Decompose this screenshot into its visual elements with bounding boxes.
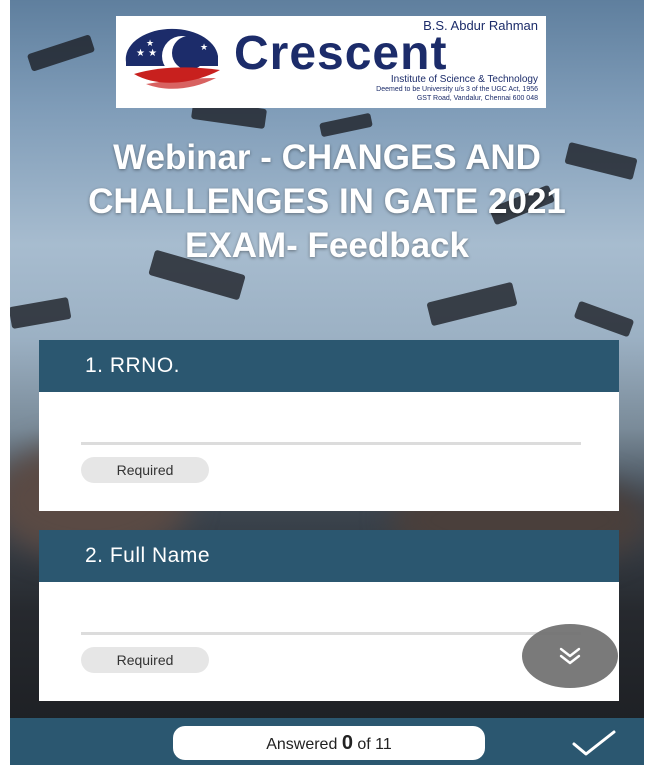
question-label: 1. RRNO. (39, 340, 619, 392)
answered-prefix: Answered (266, 736, 338, 753)
full-name-input[interactable] (81, 632, 581, 635)
institution-logo: ★ ★ ★ ★ B.S. Abdur Rahman Crescent Insti… (116, 16, 546, 108)
scroll-down-button[interactable] (522, 624, 618, 688)
form-title: Webinar - CHANGES AND CHALLENGES IN GATE… (88, 138, 566, 265)
logo-subtitle: Institute of Science & Technology (390, 74, 538, 85)
background-cap (10, 296, 72, 330)
answered-counter: Answered 0 of 11 (173, 726, 485, 760)
answered-total: of 11 (357, 736, 392, 753)
form-screen: ★ ★ ★ ★ B.S. Abdur Rahman Crescent Insti… (10, 0, 644, 765)
svg-text:★ ★: ★ ★ (136, 48, 157, 59)
svg-text:★: ★ (200, 43, 208, 53)
required-badge: Required (81, 457, 209, 483)
question-label: 2. Full Name (39, 530, 619, 582)
crescent-emblem-icon: ★ ★ ★ ★ (125, 28, 220, 89)
required-badge: Required (81, 647, 209, 673)
logo-address: GST Road, Vandalur, Chennai 600 048 (416, 95, 538, 102)
checkmark-icon[interactable] (570, 728, 618, 758)
background-cap (426, 281, 518, 327)
background-cap (26, 34, 96, 72)
background-cap (573, 300, 635, 338)
background-cap (319, 112, 373, 138)
bottom-bar: Answered 0 of 11 (10, 718, 644, 765)
logo-accreditation: Deemed to be University u/s 3 of the UGC… (376, 86, 538, 93)
rrno-input[interactable] (81, 442, 581, 445)
question-card: 1. RRNO. Required (39, 340, 619, 511)
svg-text:★: ★ (146, 39, 154, 49)
answered-count: 0 (341, 732, 353, 754)
double-chevron-down-icon (559, 647, 581, 665)
